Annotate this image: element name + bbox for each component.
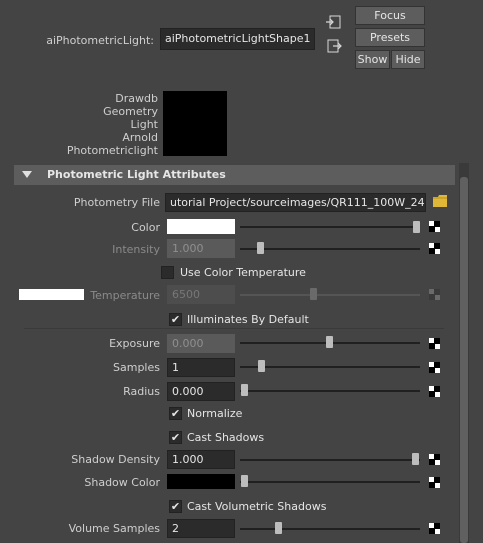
exposure-field[interactable]: 0.000 (167, 334, 235, 353)
color-label: Color (131, 221, 160, 234)
classification-line: Photometriclight (66, 144, 158, 157)
cast-shadows-label: Cast Shadows (187, 431, 265, 444)
samples-label: Samples (113, 361, 160, 374)
exposure-slider-handle[interactable] (326, 336, 333, 348)
shadow-color-swatch[interactable] (167, 474, 235, 489)
swatch-preview (163, 91, 227, 156)
separator (24, 328, 444, 329)
presets-button[interactable]: Presets (355, 28, 425, 47)
shadow-color-slider-handle[interactable] (241, 475, 248, 487)
volume-samples-slider-handle[interactable] (275, 522, 282, 534)
temperature-map-checker-icon[interactable] (429, 289, 440, 300)
section-title: Photometric Light Attributes (47, 168, 226, 181)
show-button[interactable]: Show (355, 50, 390, 69)
classification-list: Drawdb Geometry Light Arnold Photometric… (30, 92, 158, 157)
color-swatch[interactable] (167, 219, 235, 234)
volume-samples-slider-track[interactable] (240, 528, 420, 530)
intensity-field[interactable]: 1.000 (167, 239, 235, 258)
illuminates-by-default-checkbox[interactable]: ✔ (169, 313, 182, 326)
temperature-color-swatch (19, 289, 84, 300)
shadow-color-slider-track[interactable] (240, 481, 420, 483)
samples-slider-track[interactable] (240, 366, 420, 368)
color-slider-track[interactable] (240, 226, 420, 228)
exposure-label: Exposure (109, 337, 160, 350)
node-name-field[interactable]: aiPhotometricLightShape1 (160, 28, 315, 50)
cast-volumetric-shadows-checkbox[interactable]: ✔ (169, 500, 182, 513)
triangle-down-icon (22, 171, 32, 178)
shadow-density-label: Shadow Density (71, 453, 160, 466)
cast-volumetric-shadows-label: Cast Volumetric Shadows (187, 500, 327, 513)
shadow-density-slider-track[interactable] (240, 459, 420, 461)
samples-map-checker-icon[interactable] (429, 362, 440, 373)
output-connection-icon[interactable] (325, 37, 343, 55)
samples-field[interactable]: 1 (167, 358, 235, 377)
color-map-checker-icon[interactable] (429, 221, 440, 232)
node-type-label: aiPhotometricLight: (46, 34, 154, 47)
folder-icon[interactable] (432, 194, 448, 208)
input-connection-icon[interactable] (325, 13, 343, 31)
radius-map-checker-icon[interactable] (429, 386, 440, 397)
radius-field[interactable]: 0.000 (167, 382, 235, 401)
temperature-slider-handle[interactable] (310, 288, 317, 300)
hide-button[interactable]: Hide (391, 50, 425, 69)
scrollbar[interactable] (459, 163, 469, 543)
radius-slider-track[interactable] (240, 390, 420, 392)
shadow-density-slider-handle[interactable] (412, 453, 419, 465)
intensity-map-checker-icon[interactable] (429, 243, 440, 254)
exposure-map-checker-icon[interactable] (429, 338, 440, 349)
shadow-color-label: Shadow Color (84, 476, 160, 489)
shadow-color-map-checker-icon[interactable] (429, 477, 440, 488)
photometry-file-field[interactable]: utorial Project/sourceimages/QR111_100W_… (165, 193, 426, 212)
temperature-field[interactable]: 6500 (167, 285, 235, 304)
normalize-checkbox[interactable]: ✔ (169, 407, 182, 420)
use-color-temperature-label: Use Color Temperature (180, 266, 306, 279)
volume-samples-label: Volume Samples (68, 522, 160, 535)
scrollbar-thumb[interactable] (460, 177, 468, 543)
shadow-density-field[interactable]: 1.000 (167, 450, 235, 469)
classification-line: Light (130, 118, 158, 131)
section-header[interactable]: Photometric Light Attributes (14, 165, 455, 185)
temperature-label: Temperature (90, 289, 160, 302)
cast-shadows-checkbox[interactable]: ✔ (169, 431, 182, 444)
classification-line: Drawdb (115, 92, 158, 105)
intensity-slider-handle[interactable] (257, 242, 264, 254)
shadow-density-map-checker-icon[interactable] (429, 454, 440, 465)
radius-label: Radius (123, 385, 160, 398)
intensity-label: Intensity (112, 243, 160, 256)
samples-slider-handle[interactable] (258, 360, 265, 372)
illuminates-by-default-label: Illuminates By Default (187, 313, 309, 326)
normalize-label: Normalize (187, 407, 243, 420)
volume-samples-field[interactable]: 2 (167, 519, 235, 538)
use-color-temperature-checkbox[interactable] (161, 266, 174, 279)
focus-button[interactable]: Focus (355, 6, 425, 25)
volume-samples-map-checker-icon[interactable] (429, 523, 440, 534)
temperature-slider-track[interactable] (240, 294, 420, 296)
classification-line: Arnold (122, 131, 158, 144)
photometry-file-label: Photometry File (73, 196, 160, 209)
radius-slider-handle[interactable] (241, 384, 248, 396)
color-slider-handle[interactable] (413, 221, 420, 233)
classification-line: Geometry (103, 105, 158, 118)
intensity-slider-track[interactable] (240, 248, 420, 250)
